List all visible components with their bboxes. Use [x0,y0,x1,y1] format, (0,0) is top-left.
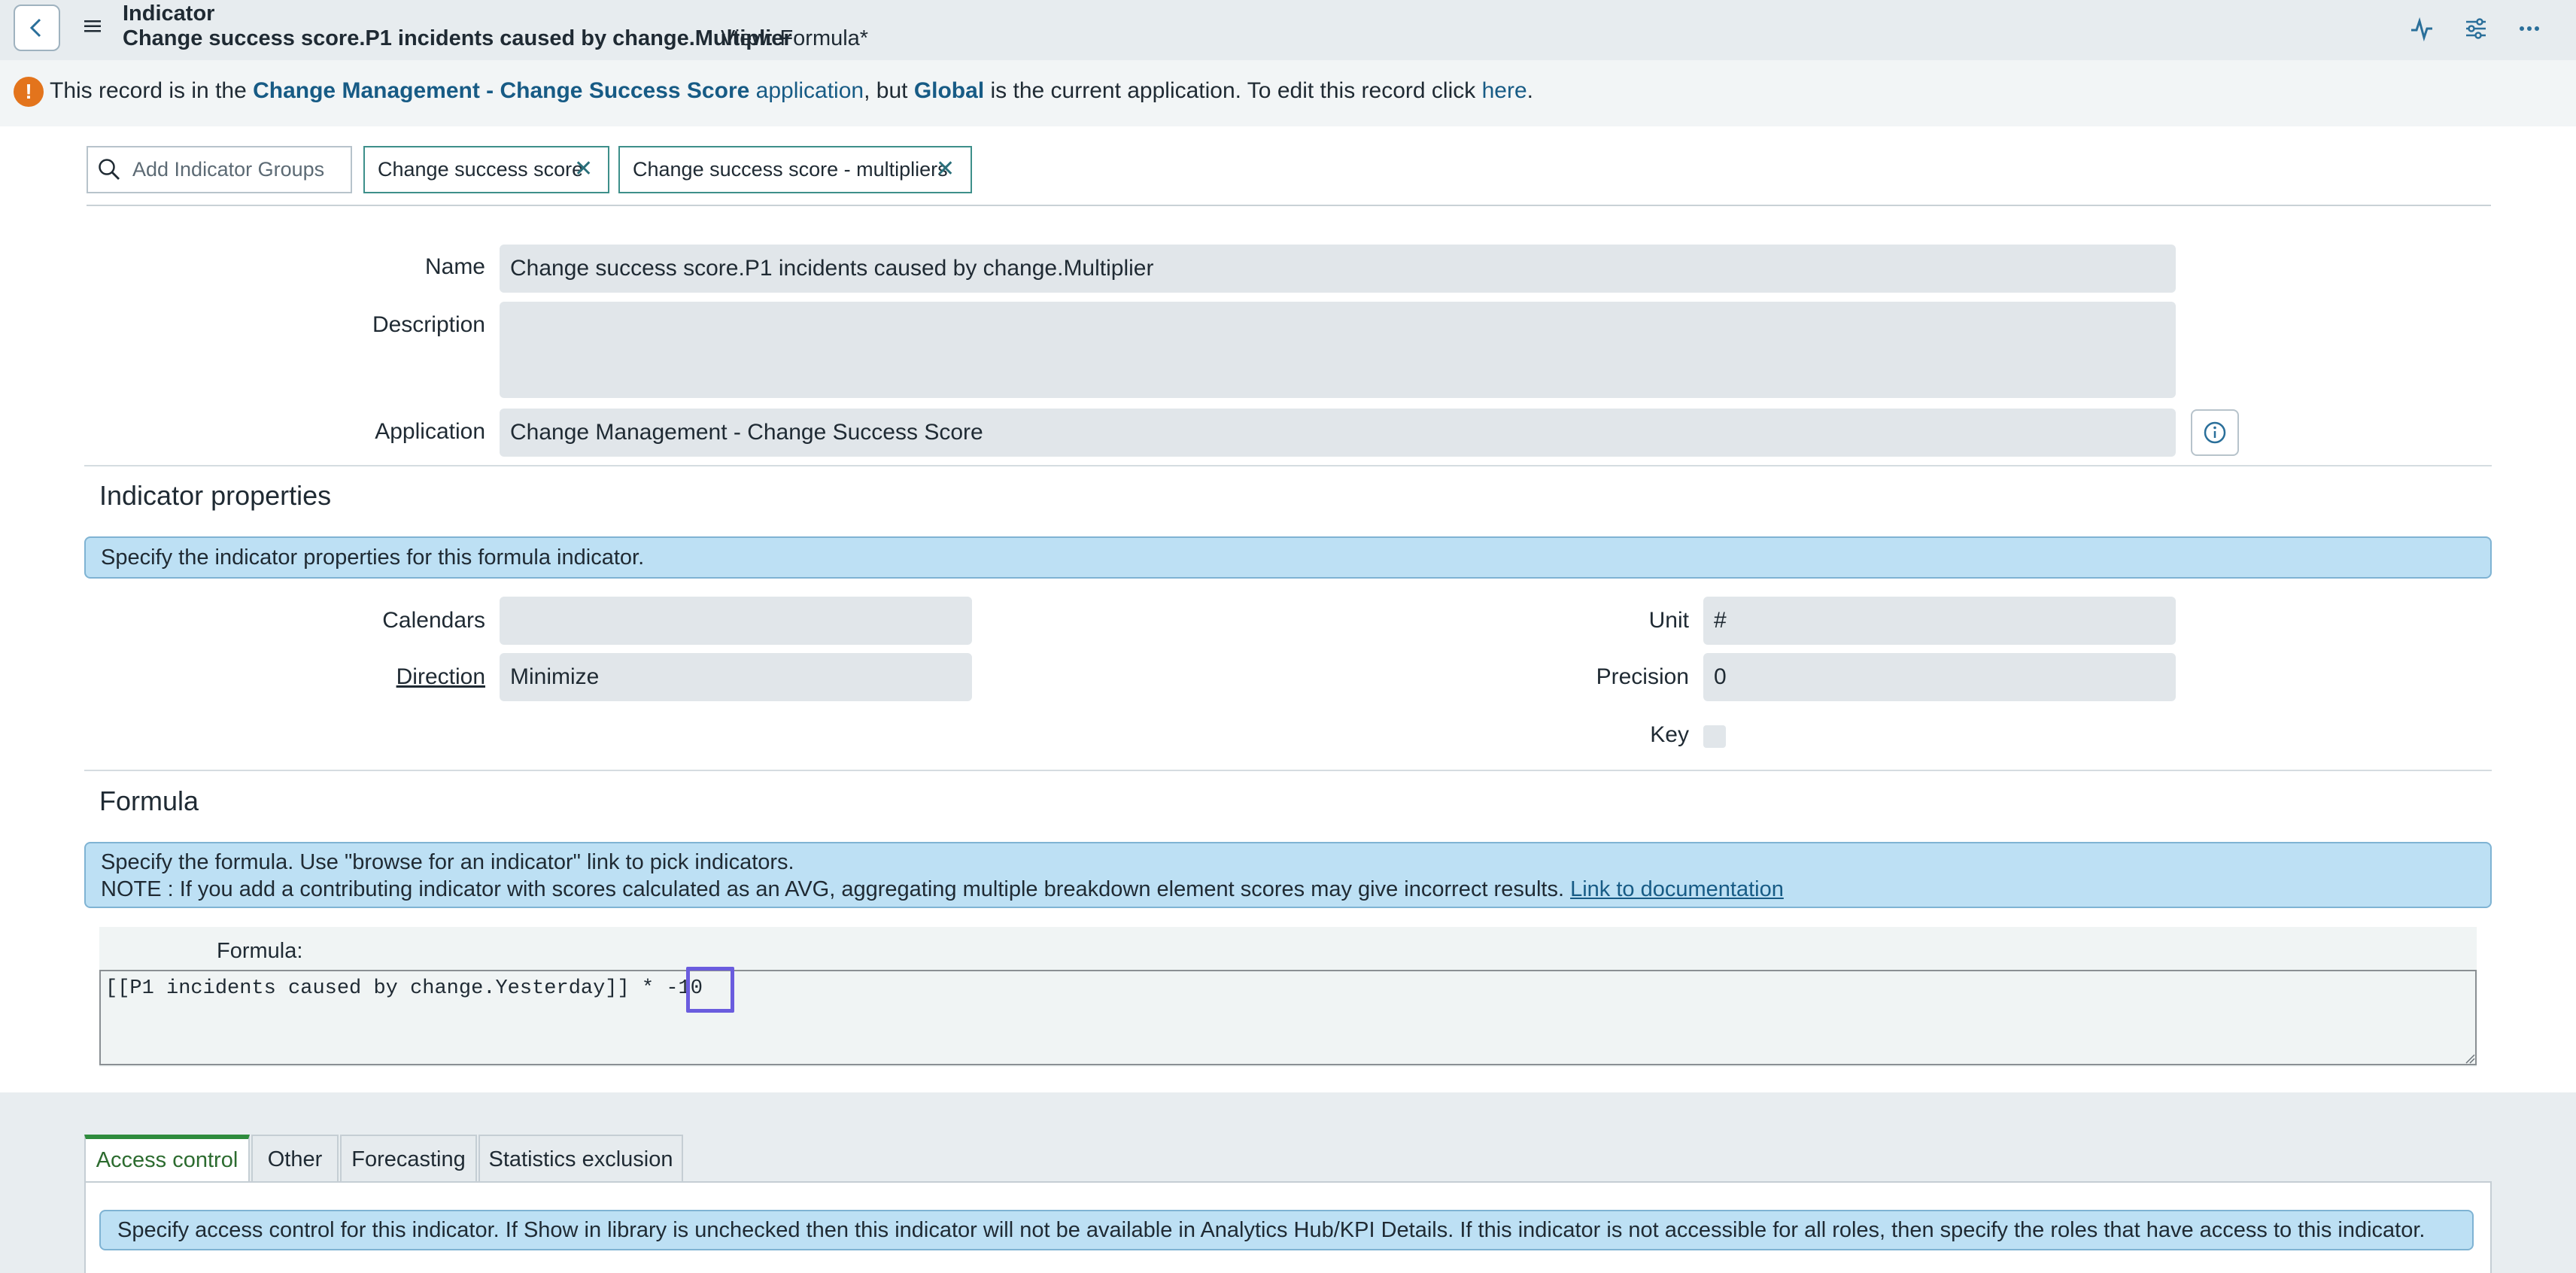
record-type-title: Indicator [123,2,215,26]
tab-statistics-exclusion[interactable]: Statistics exclusion [478,1135,683,1183]
app-name-link[interactable]: Change Management - Change Success Score [253,78,749,103]
back-button[interactable] [14,5,60,51]
unit-field[interactable]: # [1703,597,2176,645]
name-field[interactable]: Change success score.P1 incidents caused… [500,245,2176,293]
formula-info-line2: NOTE : If you add a contributing indicat… [101,876,2490,903]
tab-other[interactable]: Other [251,1135,339,1183]
section-divider [84,770,2492,771]
formula-heading: Formula [99,785,199,816]
info-circle-icon [2204,421,2226,444]
search-icon [99,159,120,180]
direction-link[interactable]: Direction [226,664,485,690]
application-field: Change Management - Change Success Score [500,409,2176,457]
description-field[interactable] [500,302,2176,398]
formula-textarea[interactable]: [[P1 incidents caused by change.Yesterda… [99,970,2477,1065]
description-label: Description [372,312,485,337]
key-checkbox[interactable] [1703,725,1726,748]
formula-note-text: NOTE : If you add a contributing indicat… [101,877,1571,901]
group-pill-label: Change success score - multipliers [633,158,948,181]
banner-text-4: is the current application. To edit this… [984,78,1482,103]
activity-pulse-icon[interactable] [2408,15,2435,42]
group-pill-label: Change success score [378,158,584,181]
properties-info-message: Specify the indicator properties for thi… [84,536,2492,579]
banner-text-3: , but [864,78,914,103]
groups-divider [87,205,2491,206]
selection-highlight-box [686,967,734,1013]
group-pill-change-success-score: Change success score ✕ [363,146,609,193]
precision-field[interactable]: 0 [1703,653,2176,701]
view-indicator: View: Formula* [721,26,869,50]
precision-label: Precision [1596,664,1689,689]
more-options-icon[interactable] [2516,15,2543,42]
application-link[interactable]: application [756,78,864,103]
remove-close-icon[interactable]: ✕ [936,147,955,191]
formula-info-line1: Specify the formula. Use "browse for an … [101,850,794,874]
banner-text-2 [749,78,755,103]
key-label: Key [1650,722,1689,747]
banner-text-5: . [1526,78,1533,103]
hamburger-menu-icon[interactable] [83,17,102,36]
name-label: Name [424,254,485,279]
calendars-field[interactable] [500,597,972,645]
current-app-link[interactable]: Global [914,78,984,103]
chevron-left-icon [29,18,41,38]
formula-label: Formula: [217,939,303,963]
formula-info-message: Specify the formula. Use "browse for an … [84,842,2492,908]
section-divider [84,465,2492,466]
banner-text-1: This record is in the [50,78,254,103]
access-control-info-message: Specify access control for this indicato… [99,1210,2474,1250]
resize-handle-icon[interactable] [2465,1053,2475,1064]
record-name-title: Change success score.P1 incidents caused… [123,26,792,50]
tab-access-control[interactable]: Access control [84,1135,250,1183]
banner-message: This record is in the Change Management … [50,78,1533,104]
calendars-label: Calendars [382,608,485,633]
indicator-properties-heading: Indicator properties [99,480,332,511]
documentation-link[interactable]: Link to documentation [1570,877,1784,901]
unit-label: Unit [1648,608,1689,633]
settings-sliders-icon[interactable] [2462,15,2489,42]
indicator-groups-search-input[interactable] [132,150,343,188]
application-label: Application [375,419,485,444]
here-link[interactable]: here [1482,78,1527,103]
group-pill-change-success-score-multipliers: Change success score - multipliers ✕ [618,146,972,193]
tab-forecasting[interactable]: Forecasting [340,1135,477,1183]
warning-icon: ! [14,77,44,107]
direction-field[interactable]: Minimize [500,653,972,701]
remove-close-icon[interactable]: ✕ [574,147,593,191]
application-info-button[interactable] [2191,409,2239,456]
